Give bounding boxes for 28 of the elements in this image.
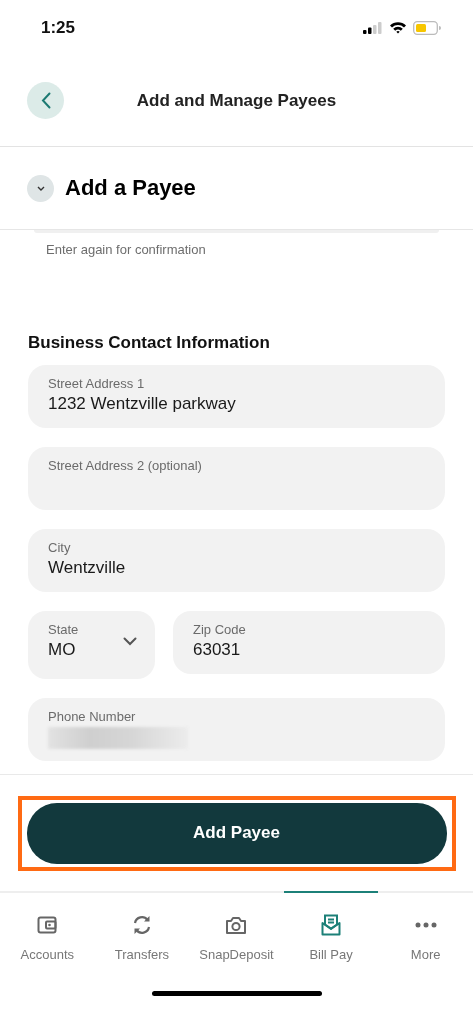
text-field[interactable]: Street Address 1 1232 Wentzville parkway [28,365,445,428]
section-heading: Business Contact Information [28,333,271,353]
tab-item[interactable]: More [378,891,473,991]
battery-icon [413,20,441,35]
tab-item[interactable]: SnapDeposit [189,891,284,991]
collapse-toggle[interactable] [27,174,54,202]
back-icon [40,92,51,109]
add-payee-button[interactable]: Add Payee [26,802,447,864]
status-time: 1:25 [41,17,76,38]
screen-title: Add and Manage Payees [136,90,337,110]
wifi-icon [389,21,407,34]
envelope-icon [321,914,342,936]
state-dropdown[interactable]: State MO [28,611,155,679]
signal-icon [363,21,383,34]
text-field[interactable]: Street Address 2 (optional) [28,447,445,510]
chevron-icon [36,185,45,191]
text-field[interactable]: City Wentzville [28,529,445,592]
field-hint: Enter again for confirmation [46,242,207,257]
more-icon [414,922,437,928]
camera-icon [225,915,248,935]
section-title: Add a Payee [65,175,196,201]
tab-item[interactable]: Accounts [0,891,95,991]
text-field[interactable]: Zip Code 63031 [173,611,445,674]
text-field[interactable]: Phone Number [28,698,445,761]
chevron-down-icon [123,637,137,646]
wallet-icon [37,916,58,934]
back-button[interactable] [27,82,64,119]
tab-item[interactable]: Transfers [94,891,190,991]
